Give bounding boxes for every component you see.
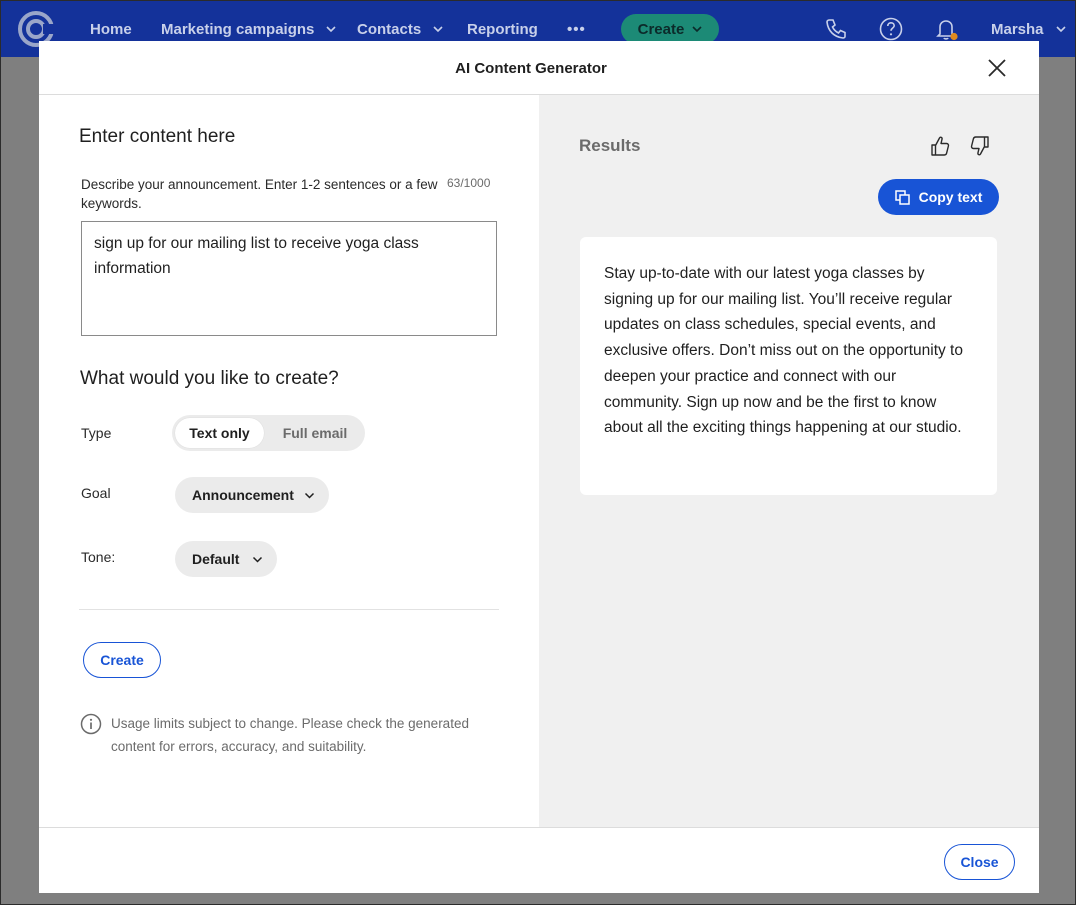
info-icon — [80, 713, 102, 735]
nav-home-label: Home — [90, 20, 132, 38]
nav-marketing-campaigns-label: Marketing campaigns — [161, 20, 315, 38]
notification-bell-icon[interactable] — [933, 16, 959, 42]
section-divider — [79, 609, 499, 610]
nav-contacts-label: Contacts — [357, 20, 422, 38]
phone-icon[interactable] — [823, 16, 849, 42]
thumbs-down-icon[interactable] — [970, 135, 990, 157]
ai-content-generator-modal: AI Content Generator Enter content here … — [39, 41, 1039, 893]
close-icon[interactable] — [987, 58, 1007, 78]
copy-icon — [894, 189, 910, 205]
enter-content-heading: Enter content here — [79, 126, 236, 147]
tone-dropdown[interactable]: Default — [175, 541, 277, 577]
chevron-down-icon — [692, 26, 702, 33]
type-toggle: Text only Full email — [172, 415, 365, 451]
character-count: 63/1000 — [447, 176, 491, 190]
nav-create-button[interactable]: Create — [621, 14, 719, 44]
chevron-down-icon — [304, 492, 315, 499]
chevron-down-icon — [1055, 26, 1066, 33]
results-pane: Results Copy text Stay up-to-date with o… — [539, 95, 1039, 827]
goal-label: Goal — [81, 485, 111, 501]
nav-reporting-label: Reporting — [467, 20, 538, 38]
results-heading: Results — [579, 136, 641, 155]
usage-disclaimer: Usage limits subject to change. Please c… — [111, 716, 469, 754]
copy-text-button[interactable]: Copy text — [878, 179, 999, 215]
what-to-create-heading: What would you like to create? — [80, 368, 339, 389]
generated-content-text: Stay up-to-date with our latest yoga cla… — [604, 265, 963, 437]
input-pane: Enter content here Describe your announc… — [39, 95, 539, 827]
goal-dropdown-value: Announcement — [192, 487, 294, 503]
goal-dropdown[interactable]: Announcement — [175, 477, 329, 513]
tone-dropdown-value: Default — [192, 551, 240, 567]
type-option-full-email[interactable]: Full email — [268, 418, 362, 448]
more-icon: ••• — [567, 20, 586, 38]
help-icon[interactable] — [878, 16, 904, 42]
type-option-text-only[interactable]: Text only — [175, 418, 264, 448]
copy-text-label: Copy text — [918, 189, 983, 205]
chevron-down-icon — [326, 26, 336, 33]
thumbs-up-icon[interactable] — [930, 135, 950, 157]
tone-label: Tone: — [81, 549, 116, 565]
user-name: Marsha — [991, 20, 1044, 38]
modal-title: AI Content Generator — [455, 60, 607, 77]
chevron-down-icon — [433, 26, 443, 33]
close-button[interactable]: Close — [944, 844, 1015, 880]
type-label: Type — [81, 425, 112, 441]
app-frame: Home Marketing campaigns Contacts Report… — [0, 0, 1076, 905]
announcement-description-input[interactable]: sign up for our mailing list to receive … — [81, 221, 497, 336]
nav-create-label: Create — [637, 20, 685, 38]
create-button[interactable]: Create — [83, 642, 161, 678]
result-card: Stay up-to-date with our latest yoga cla… — [580, 237, 997, 495]
modal-footer: Close — [39, 827, 1039, 893]
description-label: Describe your announcement. Enter 1-2 se… — [81, 177, 438, 211]
modal-header: AI Content Generator — [39, 41, 1039, 95]
chevron-down-icon — [252, 556, 263, 563]
